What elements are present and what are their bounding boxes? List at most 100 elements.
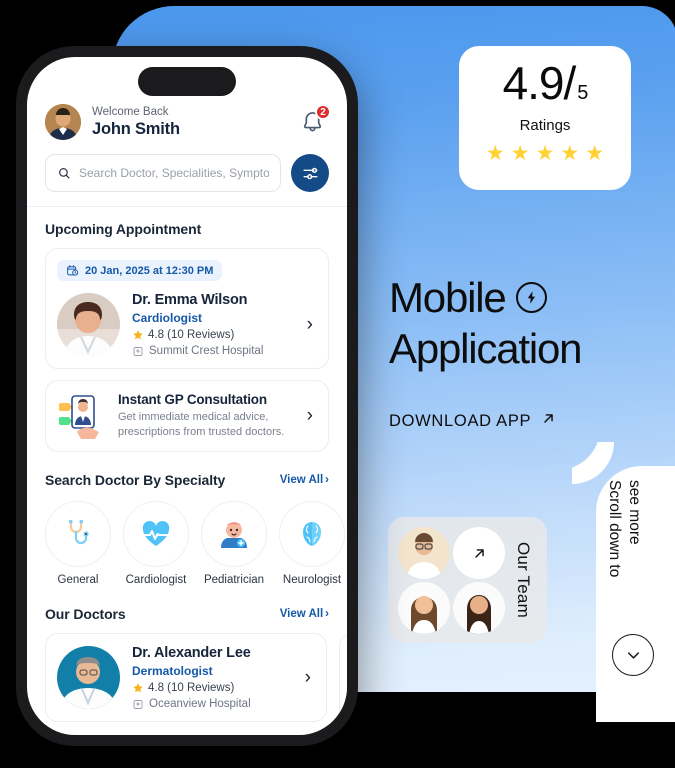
doctor-card[interactable]: [339, 633, 347, 722]
hospital-icon: [133, 700, 143, 709]
phone-mockup: Welcome Back John Smith 2 Search Doctor,…: [16, 46, 358, 746]
star-icon: [133, 330, 143, 340]
gp-info: Instant GP Consultation Get immediate me…: [118, 392, 307, 440]
avatar[interactable]: [45, 104, 81, 140]
hospital-icon: [133, 347, 143, 356]
video-consultation-icon: [59, 394, 99, 439]
star-icon: [133, 683, 143, 693]
doctor-hospital: Summit Crest Hospital: [132, 345, 307, 357]
team-arrow-button[interactable]: [453, 527, 505, 579]
specialty-section: Search Doctor By Specialty View All › Ge…: [45, 472, 345, 586]
chevron-right-icon[interactable]: ›: [307, 314, 317, 336]
doctors-carousel[interactable]: Dr. Alexander Lee Dermatologist 4.8 (10 …: [45, 633, 347, 722]
download-app-button[interactable]: DOWNLOAD APP: [389, 410, 557, 432]
bolt-circle-icon: [515, 282, 547, 313]
gp-subtitle-line-1: Get immediate medical advice,: [118, 411, 269, 423]
gp-subtitle: Get immediate medical advice, prescripti…: [118, 410, 307, 440]
chevron-down-icon: [627, 651, 639, 659]
avatar: [398, 527, 450, 579]
doctor-rating: 4.8 (10 Reviews): [132, 682, 305, 694]
specialty-icon-wrap: [201, 501, 267, 567]
doctor-hospital: Oceanview Hospital: [132, 698, 305, 710]
star-icon: ★: [585, 142, 605, 165]
stethoscope-icon: [69, 520, 89, 545]
scroll-hint-line-2: see more: [626, 480, 643, 545]
rating-stars: ★ ★ ★ ★ ★: [459, 143, 631, 164]
specialty-label: Neurologist: [282, 574, 342, 586]
notifications-button[interactable]: 2: [299, 104, 331, 137]
specialty-view-all-button[interactable]: View All ›: [280, 474, 329, 486]
team-avatar-grid: [398, 527, 505, 634]
doctor-hospital-text: Oceanview Hospital: [149, 698, 251, 710]
headline-line-1: Mobile: [389, 272, 581, 323]
welcome-block: Welcome Back John Smith: [92, 105, 299, 140]
specialty-label: Pediatrician: [203, 574, 265, 586]
sliders-icon: [302, 167, 318, 179]
doctors-section-head: Our Doctors View All ›: [45, 606, 329, 622]
brain-icon: [303, 522, 321, 546]
appointment-date-chip: 20 Jan, 2025 at 12:30 PM: [57, 260, 223, 281]
heart-pulse-icon: [142, 521, 170, 546]
star-icon: ★: [485, 142, 505, 165]
search-input[interactable]: [79, 166, 269, 180]
doctor-info: Dr. Emma Wilson Cardiologist 4.8 (10 Rev…: [132, 292, 307, 357]
filter-button[interactable]: [291, 154, 329, 192]
chevron-right-icon[interactable]: ›: [307, 405, 317, 427]
specialty-icon-wrap: [279, 501, 345, 567]
search-icon: [59, 168, 70, 179]
doctor-specialty: Dermatologist: [132, 664, 213, 678]
app-screen: Welcome Back John Smith 2 Search Doctor,…: [27, 57, 347, 722]
doctors-view-all-button[interactable]: View All ›: [280, 608, 329, 620]
doctor-hospital-text: Summit Crest Hospital: [149, 345, 264, 357]
upcoming-appointment-title: Upcoming Appointment: [45, 221, 202, 237]
specialty-item-pediatrician[interactable]: Pediatrician: [201, 501, 267, 586]
download-app-label: DOWNLOAD APP: [389, 411, 532, 430]
specialty-section-head: Search Doctor By Specialty View All ›: [45, 472, 329, 488]
notification-badge: 2: [315, 104, 331, 120]
star-icon: ★: [510, 142, 530, 165]
specialty-item-cardiologist[interactable]: Cardiologist: [123, 501, 189, 586]
headline-text-application: Application: [389, 325, 582, 372]
gp-consultation-card[interactable]: Instant GP Consultation Get immediate me…: [45, 380, 329, 452]
upcoming-appointment-section: Upcoming Appointment 20 Jan, 2025 at 12:…: [45, 221, 329, 369]
ratings-label: Ratings: [519, 117, 571, 134]
specialty-label: General: [57, 574, 99, 586]
doctor-rating: 4.8 (10 Reviews): [132, 329, 307, 341]
appointment-card[interactable]: 20 Jan, 2025 at 12:30 PM Dr. Emma Wilson…: [45, 248, 329, 369]
avatar: [453, 582, 505, 634]
calendar-clock-icon: [67, 265, 79, 276]
search-box[interactable]: [45, 154, 281, 192]
rating-separator: /: [563, 57, 577, 109]
rating-score-row: 4.9 / 5: [459, 60, 631, 106]
doctor-info: Dr. Alexander Lee Dermatologist 4.8 (10 …: [132, 645, 305, 710]
specialty-item-neurologist[interactable]: Neurologist: [279, 501, 345, 586]
promo-composition: 4.9 / 5 Ratings ★ ★ ★ ★ ★ Mobile Applica…: [0, 0, 675, 768]
specialty-section-title: Search Doctor By Specialty: [45, 472, 226, 488]
our-team-label: Our Team: [514, 542, 533, 618]
our-team-inner: Our Team: [398, 527, 537, 634]
chevron-right-icon: ›: [325, 474, 329, 486]
arrow-up-right-icon: [540, 410, 557, 432]
doctor-rating-text: 4.8 (10 Reviews): [148, 682, 235, 694]
doctor-name: Dr. Alexander Lee: [132, 645, 251, 661]
appointment-doctor-row: Dr. Emma Wilson Cardiologist 4.8 (10 Rev…: [57, 292, 317, 357]
doctor-card[interactable]: Dr. Alexander Lee Dermatologist 4.8 (10 …: [45, 633, 327, 722]
scroll-down-button[interactable]: [612, 634, 654, 676]
specialty-icon-wrap: [123, 501, 189, 567]
specialty-item-general[interactable]: General: [45, 501, 111, 586]
promo-headline: Mobile Application: [389, 272, 582, 374]
chevron-right-icon: ›: [325, 608, 329, 620]
gp-row: Instant GP Consultation Get immediate me…: [57, 392, 317, 440]
ratings-card: 4.9 / 5 Ratings ★ ★ ★ ★ ★: [459, 46, 631, 190]
header-divider: [27, 206, 347, 207]
rating-out-of: 5: [577, 82, 588, 104]
dynamic-island: [138, 67, 236, 96]
rating-score: 4.9: [502, 57, 565, 109]
doctors-section-title: Our Doctors: [45, 606, 126, 622]
scroll-hint: Scroll down to see more: [604, 480, 644, 630]
doctor-name: Dr. Emma Wilson: [132, 292, 248, 308]
scroll-hint-line-1: Scroll down to: [606, 480, 623, 578]
appointment-date-text: 20 Jan, 2025 at 12:30 PM: [85, 264, 214, 277]
our-team-card[interactable]: Our Team: [388, 517, 547, 643]
chevron-right-icon[interactable]: ›: [305, 667, 315, 689]
